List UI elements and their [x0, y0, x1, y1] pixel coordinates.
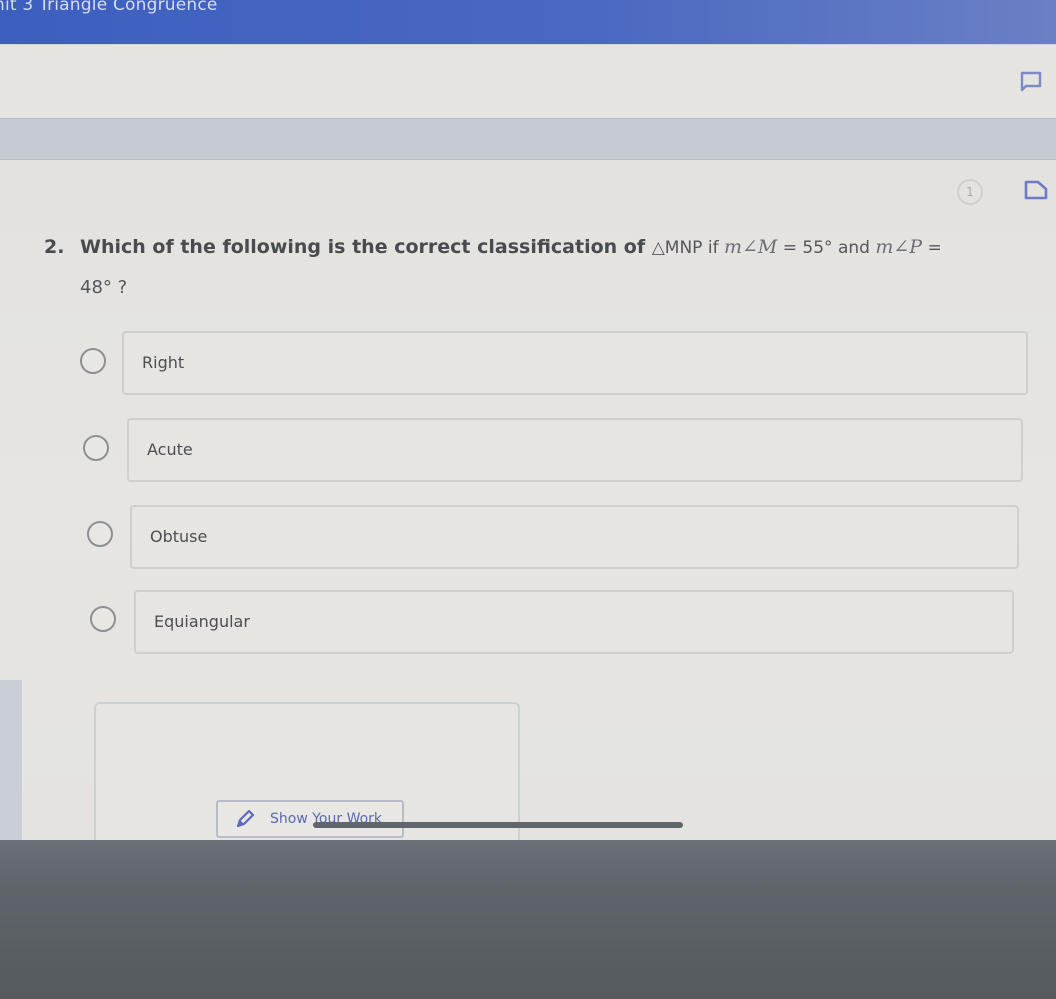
question-stem: Which of the following is the correct cl… [80, 236, 652, 258]
header-bar: nit 3 Triangle Congruence [0, 0, 1056, 44]
radio-equiangular[interactable] [90, 606, 116, 632]
option-acute[interactable]: Acute [127, 418, 1023, 482]
question-panel: 1 2. Which of the following is the corre… [0, 160, 1056, 852]
comment-icon [1020, 71, 1042, 92]
radio-acute[interactable] [83, 435, 109, 461]
navigation-band [0, 118, 1056, 160]
equals-sign: = [922, 238, 942, 258]
angle-p: m∠P [875, 236, 923, 258]
show-your-work-button[interactable]: Show Your Work [216, 800, 404, 838]
option-label: Right [142, 353, 185, 372]
option-obtuse[interactable]: Obtuse [130, 505, 1019, 569]
angle-p-value: 48° ? [80, 277, 128, 298]
question-text: Which of the following is the correct cl… [80, 228, 1040, 307]
screen: nit 3 Triangle Congruence 1 2. Which of … [0, 0, 1056, 852]
toolbar [0, 44, 1056, 118]
if-word: if [702, 238, 724, 258]
angle-m: m∠M [723, 236, 778, 258]
unit-title: nit 3 Triangle Congruence [0, 0, 218, 15]
bookmark-button[interactable] [1023, 178, 1049, 202]
hint-icon[interactable]: 1 [957, 179, 983, 205]
and-word: and [832, 238, 876, 258]
question-number: 2. [44, 236, 65, 258]
radio-right[interactable] [80, 348, 106, 374]
horizontal-scrollbar[interactable] [313, 822, 683, 828]
pencil-icon [236, 809, 255, 828]
option-equiangular[interactable]: Equiangular [134, 590, 1014, 654]
bookmark-icon [1024, 180, 1048, 200]
angle-m-value: = 55° [777, 238, 833, 258]
left-edge-strip [0, 680, 22, 840]
monitor-bezel [0, 840, 1056, 999]
option-right[interactable]: Right [122, 331, 1028, 395]
option-label: Acute [147, 440, 193, 459]
triangle-name: △MNP [651, 238, 703, 258]
option-label: Equiangular [154, 612, 250, 631]
radio-obtuse[interactable] [87, 521, 113, 547]
option-label: Obtuse [150, 527, 208, 546]
comment-button[interactable] [1018, 70, 1044, 92]
